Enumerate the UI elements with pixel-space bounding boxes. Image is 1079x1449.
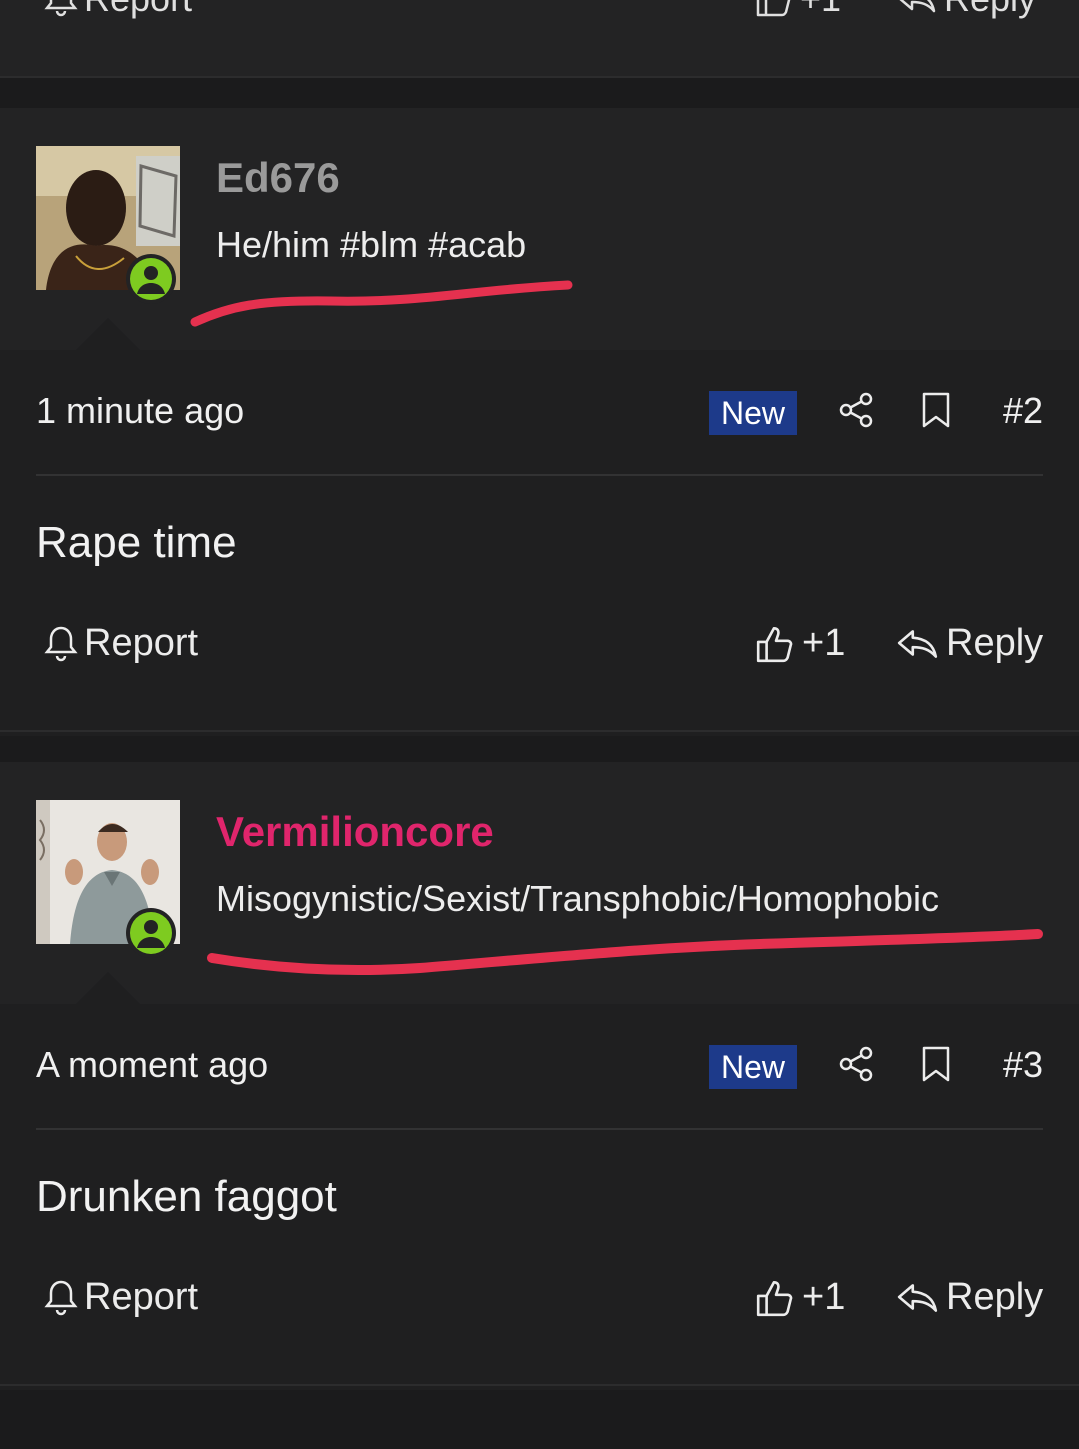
share-button[interactable]: [834, 1042, 878, 1086]
post-body: 1 minute ago New #2 Rape time Report +1 …: [0, 350, 1079, 736]
user-status-icon: [137, 920, 165, 948]
bell-icon: [44, 1280, 78, 1315]
divider: [0, 730, 1079, 732]
online-status-indicator: [126, 254, 176, 304]
post-timestamp: A moment ago: [36, 1044, 269, 1085]
bell-icon: [44, 626, 78, 661]
report-label: Report: [84, 1276, 199, 1318]
post-card: Vermilioncore Misogynistic/Sexist/Transp…: [0, 762, 1079, 1390]
reply-label: Reply: [946, 1276, 1044, 1318]
previous-like-count: +1: [800, 0, 841, 20]
bookmark-button[interactable]: [914, 388, 958, 432]
previous-report-button[interactable]: Report: [44, 0, 192, 20]
reply-button[interactable]: Reply: [896, 622, 1043, 665]
reply-button[interactable]: Reply: [896, 1276, 1043, 1319]
divider: [0, 1384, 1079, 1386]
report-label: Report: [84, 622, 199, 664]
share-button[interactable]: [834, 388, 878, 432]
post-number[interactable]: #2: [1003, 390, 1043, 432]
previous-reply-button[interactable]: Reply: [896, 0, 1036, 20]
post-actions: Report +1 Reply: [0, 1276, 1079, 1336]
thumbs-up-icon: [756, 0, 791, 17]
author-block: Ed676 He/him #blm #acab: [0, 108, 1079, 350]
previous-post-footer: Report +1 Reply: [0, 0, 1079, 76]
bookmark-button[interactable]: [914, 1042, 958, 1086]
previous-reply-label: Reply: [944, 0, 1036, 20]
author-block: Vermilioncore Misogynistic/Sexist/Transp…: [0, 762, 1079, 1004]
share-icon: [839, 392, 873, 428]
speech-pointer: [76, 318, 140, 350]
post-content: Rape time: [36, 518, 237, 567]
divider: [0, 76, 1079, 78]
post-body: A moment ago New #3 Drunken faggot Repor…: [0, 1004, 1079, 1390]
like-count: +1: [802, 622, 846, 664]
previous-report-label: Report: [84, 0, 192, 20]
divider: [36, 474, 1043, 476]
divider: [36, 1128, 1043, 1130]
speech-pointer: [76, 972, 140, 1004]
post-timestamp: 1 minute ago: [36, 390, 245, 431]
new-badge: New: [709, 1045, 797, 1089]
reply-arrow-icon: [899, 0, 936, 13]
report-button[interactable]: Report: [44, 1276, 198, 1319]
online-status-indicator: [126, 908, 176, 958]
report-button[interactable]: Report: [44, 622, 198, 665]
thumbs-up-icon: [756, 1280, 793, 1316]
post-actions: Report +1 Reply: [0, 622, 1079, 682]
share-icon: [839, 1046, 873, 1082]
author-tagline: Misogynistic/Sexist/Transphobic/Homophob…: [216, 878, 939, 919]
bookmark-icon: [922, 392, 950, 428]
author-tagline: He/him #blm #acab: [216, 224, 527, 265]
new-badge: New: [709, 391, 797, 435]
user-status-icon: [137, 266, 165, 294]
author-name[interactable]: Ed676: [216, 154, 340, 202]
bell-icon: [44, 0, 78, 17]
reply-arrow-icon: [897, 629, 938, 658]
previous-like-button[interactable]: +1: [754, 0, 841, 20]
reply-arrow-icon: [897, 1283, 938, 1312]
bookmark-icon: [922, 1046, 950, 1082]
like-count: +1: [802, 1276, 846, 1318]
reply-label: Reply: [946, 622, 1044, 664]
like-button[interactable]: +1: [754, 622, 845, 665]
post-card: Ed676 He/him #blm #acab 1 minute ago New…: [0, 108, 1079, 736]
post-number[interactable]: #3: [1003, 1044, 1043, 1086]
thumbs-up-icon: [756, 626, 793, 662]
like-button[interactable]: +1: [754, 1276, 845, 1319]
author-name[interactable]: Vermilioncore: [216, 808, 494, 856]
post-content: Drunken faggot: [36, 1172, 337, 1221]
